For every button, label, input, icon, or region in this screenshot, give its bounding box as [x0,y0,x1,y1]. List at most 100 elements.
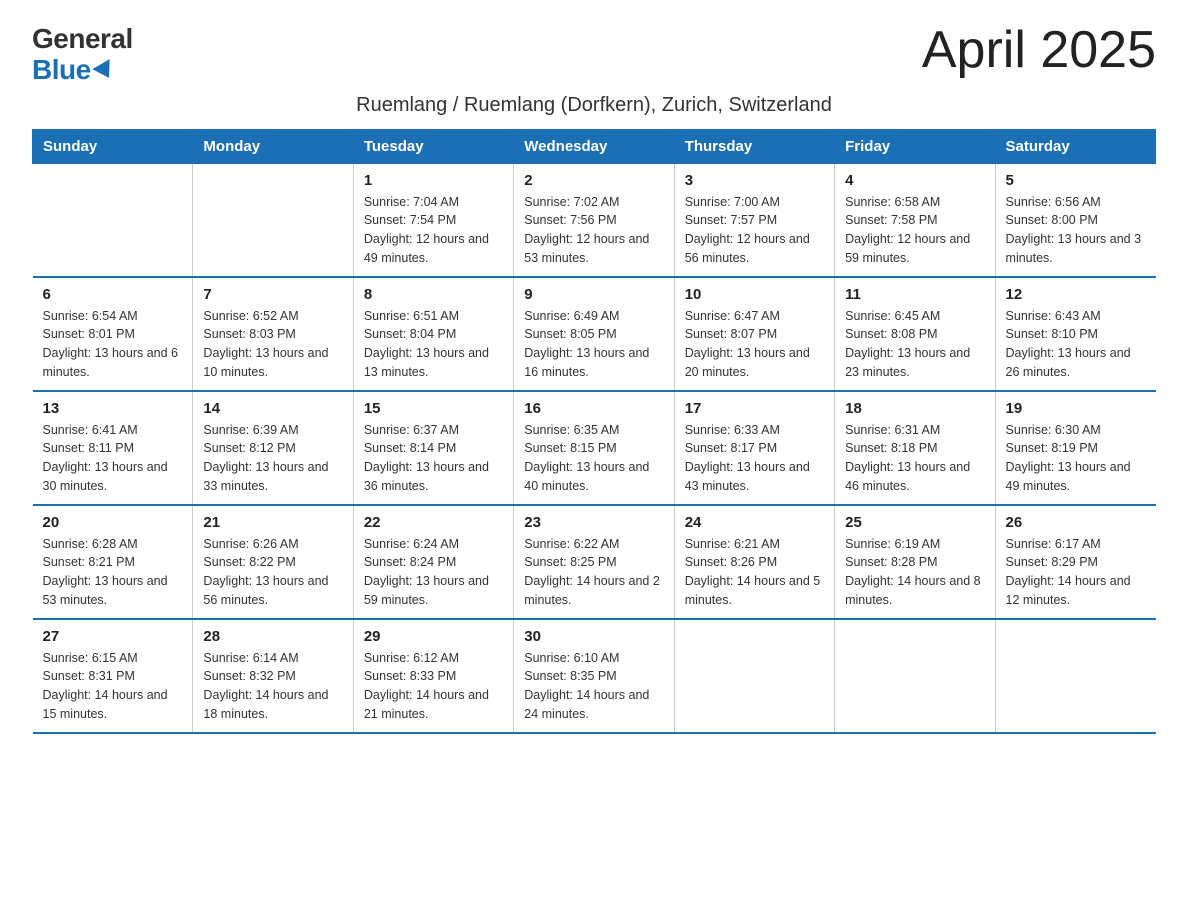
calendar-cell [995,619,1155,733]
header-day-monday: Monday [193,129,353,163]
day-number: 16 [524,400,663,417]
day-info: Sunrise: 6:49 AMSunset: 8:05 PMDaylight:… [524,307,663,382]
calendar-week-5: 27 Sunrise: 6:15 AMSunset: 8:31 PMDayligh… [33,619,1156,733]
calendar-cell: 11 Sunrise: 6:45 AMSunset: 8:08 PMDayligh… [835,277,995,391]
calendar-cell: 5 Sunrise: 6:56 AMSunset: 8:00 PMDaylight… [995,163,1155,277]
calendar-cell: 2 Sunrise: 7:02 AMSunset: 7:56 PMDaylight… [514,163,674,277]
day-number: 18 [845,400,984,417]
day-number: 14 [203,400,342,417]
calendar-cell: 23Sunrise: 6:22 AMSunset: 8:25 PMDayligh… [514,505,674,619]
day-number: 20 [43,514,183,531]
day-number: 11 [845,286,984,303]
day-info: Sunrise: 6:39 AMSunset: 8:12 PMDaylight:… [203,421,342,496]
calendar-week-2: 6 Sunrise: 6:54 AMSunset: 8:01 PMDaylight… [33,277,1156,391]
day-info: Sunrise: 6:52 AMSunset: 8:03 PMDaylight:… [203,307,342,382]
day-number: 30 [524,628,663,645]
calendar-cell: 20 Sunrise: 6:28 AMSunset: 8:21 PMDayligh… [33,505,193,619]
day-info: Sunrise: 6:14 AMSunset: 8:32 PMDaylight:… [203,649,342,724]
day-info: Sunrise: 6:15 AMSunset: 8:31 PMDaylight:… [43,649,183,724]
day-info: Sunrise: 6:26 AMSunset: 8:22 PMDaylight:… [203,535,342,610]
day-number: 7 [203,286,342,303]
day-number: 19 [1006,400,1146,417]
calendar-cell: 19Sunrise: 6:30 AMSunset: 8:19 PMDayligh… [995,391,1155,505]
day-info: Sunrise: 6:41 AMSunset: 8:11 PMDaylight:… [43,421,183,496]
day-number: 12 [1006,286,1146,303]
calendar-week-3: 13 Sunrise: 6:41 AMSunset: 8:11 PMDayligh… [33,391,1156,505]
calendar-header: SundayMondayTuesdayWednesdayThursdayFrid… [33,129,1156,163]
day-number: 1 [364,172,503,189]
day-number: 2 [524,172,663,189]
day-info: Sunrise: 7:04 AMSunset: 7:54 PMDaylight:… [364,193,503,268]
logo-general-text: General [32,24,133,55]
day-info: Sunrise: 6:21 AMSunset: 8:26 PMDaylight:… [685,535,824,610]
logo: General Blue [32,24,133,86]
day-info: Sunrise: 6:35 AMSunset: 8:15 PMDaylight:… [524,421,663,496]
header-day-tuesday: Tuesday [353,129,513,163]
day-info: Sunrise: 6:58 AMSunset: 7:58 PMDaylight:… [845,193,984,268]
day-number: 5 [1006,172,1146,189]
day-info: Sunrise: 7:00 AMSunset: 7:57 PMDaylight:… [685,193,824,268]
calendar-cell: 8 Sunrise: 6:51 AMSunset: 8:04 PMDaylight… [353,277,513,391]
calendar-cell [33,163,193,277]
day-number: 3 [685,172,824,189]
calendar-cell: 12Sunrise: 6:43 AMSunset: 8:10 PMDayligh… [995,277,1155,391]
header-day-wednesday: Wednesday [514,129,674,163]
calendar-table: SundayMondayTuesdayWednesdayThursdayFrid… [32,129,1156,734]
day-info: Sunrise: 6:24 AMSunset: 8:24 PMDaylight:… [364,535,503,610]
day-number: 4 [845,172,984,189]
calendar-cell: 28 Sunrise: 6:14 AMSunset: 8:32 PMDayligh… [193,619,353,733]
day-info: Sunrise: 6:47 AMSunset: 8:07 PMDaylight:… [685,307,824,382]
calendar-cell: 14 Sunrise: 6:39 AMSunset: 8:12 PMDayligh… [193,391,353,505]
day-number: 28 [203,628,342,645]
day-info: Sunrise: 7:02 AMSunset: 7:56 PMDaylight:… [524,193,663,268]
page-header: General Blue April 2025 [32,24,1156,86]
calendar-cell: 16 Sunrise: 6:35 AMSunset: 8:15 PMDayligh… [514,391,674,505]
calendar-cell: 29 Sunrise: 6:12 AMSunset: 8:33 PMDayligh… [353,619,513,733]
day-info: Sunrise: 6:54 AMSunset: 8:01 PMDaylight:… [43,307,183,382]
calendar-cell: 7 Sunrise: 6:52 AMSunset: 8:03 PMDaylight… [193,277,353,391]
header-row: SundayMondayTuesdayWednesdayThursdayFrid… [33,129,1156,163]
day-info: Sunrise: 6:37 AMSunset: 8:14 PMDaylight:… [364,421,503,496]
calendar-cell: 15 Sunrise: 6:37 AMSunset: 8:14 PMDayligh… [353,391,513,505]
logo-triangle-icon [92,59,117,83]
calendar-cell: 18 Sunrise: 6:31 AMSunset: 8:18 PMDayligh… [835,391,995,505]
day-number: 8 [364,286,503,303]
day-number: 29 [364,628,503,645]
header-day-thursday: Thursday [674,129,834,163]
day-number: 21 [203,514,342,531]
day-number: 23 [524,514,663,531]
calendar-cell: 21 Sunrise: 6:26 AMSunset: 8:22 PMDayligh… [193,505,353,619]
day-info: Sunrise: 6:17 AMSunset: 8:29 PMDaylight:… [1006,535,1146,610]
calendar-cell: 1 Sunrise: 7:04 AMSunset: 7:54 PMDaylight… [353,163,513,277]
day-info: Sunrise: 6:10 AMSunset: 8:35 PMDaylight:… [524,649,663,724]
day-number: 15 [364,400,503,417]
day-number: 24 [685,514,824,531]
day-number: 17 [685,400,824,417]
day-number: 22 [364,514,503,531]
day-info: Sunrise: 6:56 AMSunset: 8:00 PMDaylight:… [1006,193,1146,268]
day-number: 27 [43,628,183,645]
calendar-cell: 25Sunrise: 6:19 AMSunset: 8:28 PMDayligh… [835,505,995,619]
calendar-cell: 4 Sunrise: 6:58 AMSunset: 7:58 PMDaylight… [835,163,995,277]
day-number: 10 [685,286,824,303]
calendar-cell [193,163,353,277]
header-day-sunday: Sunday [33,129,193,163]
day-info: Sunrise: 6:31 AMSunset: 8:18 PMDaylight:… [845,421,984,496]
calendar-body: 1 Sunrise: 7:04 AMSunset: 7:54 PMDaylight… [33,163,1156,733]
calendar-week-1: 1 Sunrise: 7:04 AMSunset: 7:54 PMDaylight… [33,163,1156,277]
calendar-cell: 17 Sunrise: 6:33 AMSunset: 8:17 PMDayligh… [674,391,834,505]
calendar-week-4: 20 Sunrise: 6:28 AMSunset: 8:21 PMDayligh… [33,505,1156,619]
calendar-cell: 24 Sunrise: 6:21 AMSunset: 8:26 PMDayligh… [674,505,834,619]
day-number: 13 [43,400,183,417]
header-day-saturday: Saturday [995,129,1155,163]
day-info: Sunrise: 6:33 AMSunset: 8:17 PMDaylight:… [685,421,824,496]
location-title: Ruemlang / Ruemlang (Dorfkern), Zurich, … [32,94,1156,117]
day-number: 6 [43,286,183,303]
day-info: Sunrise: 6:28 AMSunset: 8:21 PMDaylight:… [43,535,183,610]
month-title: April 2025 [922,24,1156,76]
day-info: Sunrise: 6:51 AMSunset: 8:04 PMDaylight:… [364,307,503,382]
day-info: Sunrise: 6:45 AMSunset: 8:08 PMDaylight:… [845,307,984,382]
day-number: 25 [845,514,984,531]
day-info: Sunrise: 6:12 AMSunset: 8:33 PMDaylight:… [364,649,503,724]
calendar-cell: 13 Sunrise: 6:41 AMSunset: 8:11 PMDayligh… [33,391,193,505]
